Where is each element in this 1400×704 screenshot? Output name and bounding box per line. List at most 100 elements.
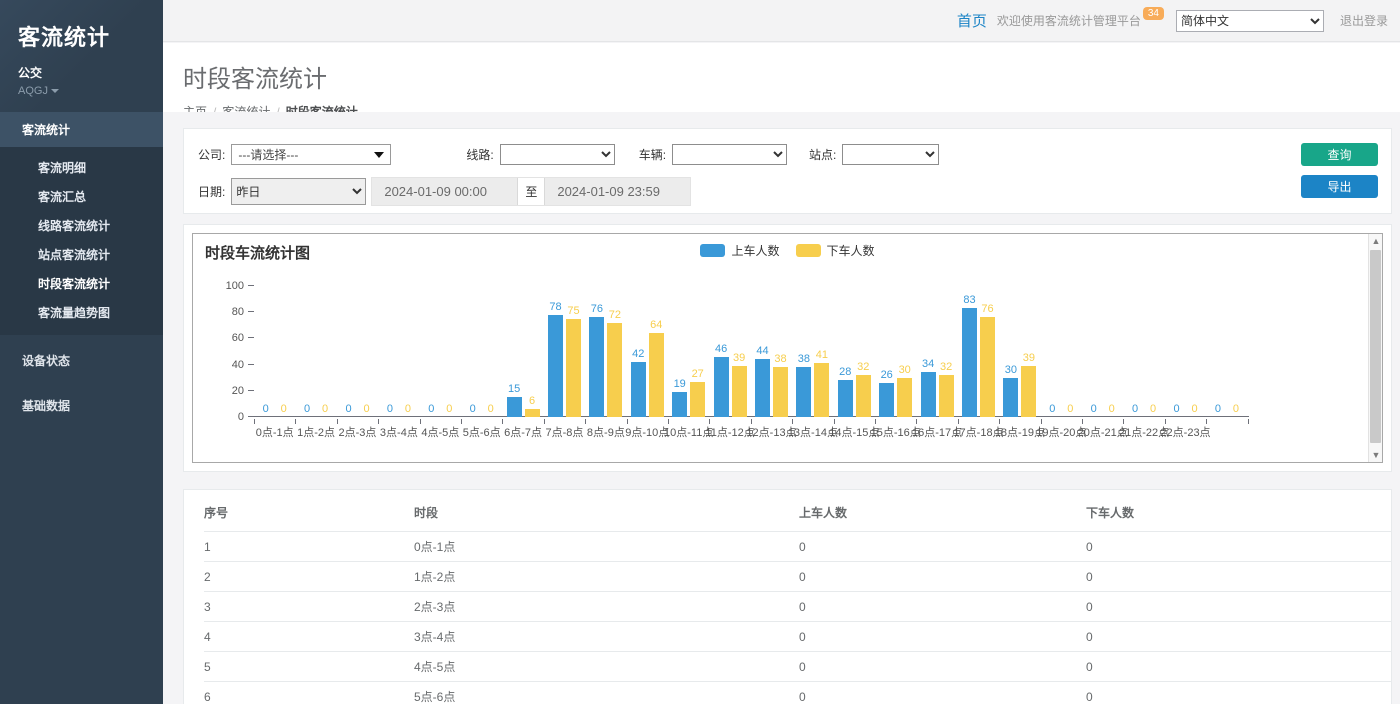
line-label: 线路:	[466, 146, 493, 163]
chart-bar	[589, 317, 604, 417]
table-cell: 0	[799, 592, 1086, 622]
chart-container: 时段车流统计图 上车人数下车人数 0204060801000点-1点1点-2点2…	[192, 233, 1383, 463]
table-cell: 0	[1086, 532, 1391, 562]
table-cell: 3	[204, 592, 414, 622]
chart-bar	[1003, 378, 1018, 417]
home-link[interactable]: 首页	[957, 10, 987, 31]
table-row: 54点-5点00	[204, 652, 1391, 682]
station-select[interactable]	[842, 144, 939, 165]
chart-bar	[714, 357, 729, 417]
app-brand: 客流统计 公交 AQGJ	[0, 0, 163, 112]
chart-vertical-scrollbar[interactable]: ▲ ▼	[1368, 234, 1382, 462]
chart-bar	[796, 367, 811, 417]
chart-dlab: 39	[1009, 352, 1049, 364]
app-title: 客流统计	[18, 20, 145, 52]
sidebar-item-1[interactable]: 设备状态	[0, 341, 163, 380]
top-navbar: 首页 欢迎使用客流统计管理平台 34 简体中文 退出登录	[163, 0, 1400, 42]
vehicle-select[interactable]	[672, 144, 787, 165]
table-panel: 序号时段上车人数下车人数 10点-1点0021点-2点0032点-3点0043点…	[183, 489, 1392, 704]
sidebar-subitem-3[interactable]: 站点客流统计	[0, 240, 163, 269]
dropdown-arrow-icon	[374, 152, 384, 158]
chart-dlab: 0	[471, 403, 511, 415]
chart-dlab: 6	[512, 395, 552, 407]
chart-ytick	[248, 285, 254, 286]
chart-ylab: 100	[193, 280, 244, 292]
company-label: 公司:	[198, 146, 225, 163]
date-range-group: 至	[371, 177, 691, 206]
line-select[interactable]	[500, 144, 615, 165]
table-cell: 1点-2点	[414, 562, 799, 592]
table-cell: 4点-5点	[414, 652, 799, 682]
chart-bar	[525, 409, 540, 417]
sidebar-item-0[interactable]: 客流统计	[0, 112, 163, 147]
company-select[interactable]: ---请选择---	[231, 144, 391, 165]
table-header-3: 下车人数	[1086, 490, 1391, 532]
sidebar-subitem-4[interactable]: 时段客流统计	[0, 269, 163, 298]
table-cell: 0	[799, 682, 1086, 704]
sidebar-subitem-1[interactable]: 客流汇总	[0, 182, 163, 211]
chart-plot-area: 0204060801000点-1点1点-2点2点-3点3点-4点4点-5点5点-…	[193, 234, 1368, 462]
chart-bar	[921, 372, 936, 417]
table-cell: 0	[1086, 592, 1391, 622]
caret-down-icon	[51, 89, 59, 93]
table-cell: 5	[204, 652, 414, 682]
language-select[interactable]: 简体中文	[1176, 10, 1324, 32]
notification-badge[interactable]: 34	[1143, 7, 1164, 20]
chart-ytick	[248, 337, 254, 338]
date-preset-select[interactable]: 昨日	[231, 178, 366, 205]
scrollbar-thumb[interactable]	[1370, 250, 1381, 443]
table-cell: 0	[1086, 562, 1391, 592]
chart-ylab: 80	[193, 306, 244, 318]
org-code-dropdown[interactable]: AQGJ	[18, 85, 145, 97]
chart-bar	[566, 319, 581, 417]
sidebar-subitem-0[interactable]: 客流明细	[0, 153, 163, 182]
sidebar: 客流统计 公交 AQGJ 客流统计客流明细客流汇总线路客流统计站点客流统计时段客…	[0, 0, 163, 704]
table-row: 65点-6点00	[204, 682, 1391, 704]
date-end-input[interactable]	[545, 178, 690, 205]
table-cell: 0	[1086, 622, 1391, 652]
chart-bar	[548, 315, 563, 417]
main-content: 公司: ---请选择--- 线路: 车辆: 站点: 日期: 昨日 至 查询 导	[163, 112, 1400, 704]
table-cell: 1	[204, 532, 414, 562]
sidebar-subitem-2[interactable]: 线路客流统计	[0, 211, 163, 240]
station-label: 站点:	[809, 146, 836, 163]
sidebar-subitem-5[interactable]: 客流量趋势图	[0, 298, 163, 327]
welcome-text: 欢迎使用客流统计管理平台	[997, 12, 1141, 29]
table-cell: 0	[799, 532, 1086, 562]
chart-bar	[856, 375, 871, 417]
scroll-up-arrow-icon[interactable]: ▲	[1369, 234, 1383, 248]
table-row: 21点-2点00	[204, 562, 1391, 592]
chart-panel: 时段车流统计图 上车人数下车人数 0204060801000点-1点1点-2点2…	[183, 224, 1392, 472]
chart-ylab: 0	[193, 411, 244, 423]
filter-panel: 公司: ---请选择--- 线路: 车辆: 站点: 日期: 昨日 至 查询 导	[183, 128, 1392, 214]
chart-bar	[755, 359, 770, 417]
chart-ylab: 20	[193, 385, 244, 397]
chart-ylab: 40	[193, 359, 244, 371]
chart-bar	[962, 308, 977, 417]
date-to-label: 至	[517, 178, 545, 205]
table-cell: 0	[1086, 652, 1391, 682]
date-label: 日期:	[198, 183, 225, 200]
chart-bar	[879, 383, 894, 417]
table-header-0: 序号	[204, 490, 414, 532]
chart-bar	[672, 392, 687, 417]
chart-xlab: 22点-23点	[1160, 424, 1211, 440]
chart-ytick	[248, 364, 254, 365]
query-button[interactable]: 查询	[1301, 143, 1378, 166]
table-cell: 4	[204, 622, 414, 652]
chart-ylab: 60	[193, 332, 244, 344]
page-title: 时段客流统计	[183, 59, 1400, 94]
chart-bar	[838, 380, 853, 417]
sidebar-item-2[interactable]: 基础数据	[0, 386, 163, 425]
chart-dlab: 41	[802, 349, 842, 361]
chart-bar	[732, 366, 747, 417]
date-start-input[interactable]	[372, 178, 517, 205]
chart-bar	[631, 362, 646, 417]
chart-ytick	[248, 390, 254, 391]
scroll-down-arrow-icon[interactable]: ▼	[1369, 448, 1383, 462]
table-header-row: 序号时段上车人数下车人数	[204, 490, 1391, 532]
company-select-value: ---请选择---	[238, 146, 298, 163]
time-period-table: 序号时段上车人数下车人数 10点-1点0021点-2点0032点-3点0043点…	[204, 490, 1391, 704]
export-button[interactable]: 导出	[1301, 175, 1378, 198]
logout-link[interactable]: 退出登录	[1340, 12, 1388, 29]
